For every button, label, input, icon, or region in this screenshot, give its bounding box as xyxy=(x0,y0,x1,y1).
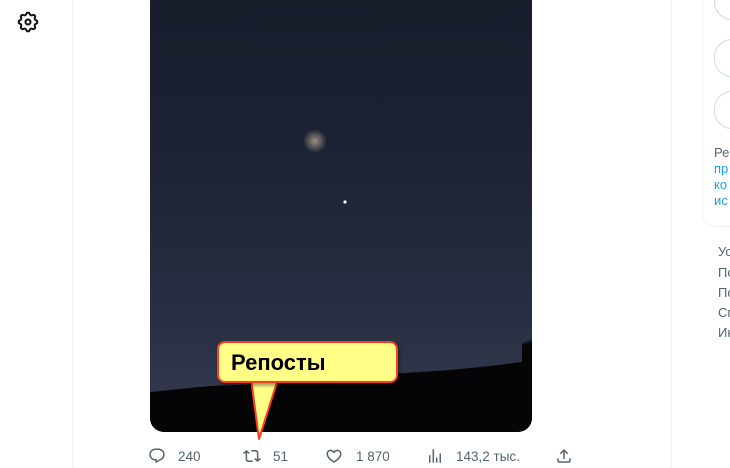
callout-label: Репосты xyxy=(231,350,326,375)
footer-link[interactable]: По xyxy=(718,285,730,300)
repost-icon xyxy=(243,449,261,463)
app-root: 240 51 1 870 143,2 тыс. Репосты Реп пр к… xyxy=(0,0,730,468)
annotation-callout: Репосты xyxy=(217,341,398,383)
footer-link[interactable]: Ус xyxy=(718,244,730,259)
callout-pointer xyxy=(250,377,280,440)
gear-icon xyxy=(17,11,39,33)
heart-icon xyxy=(326,449,342,463)
reply-count: 240 xyxy=(178,448,201,464)
share-button[interactable] xyxy=(555,446,573,466)
footer-link[interactable]: По xyxy=(718,265,730,280)
bar-chart-icon xyxy=(429,449,441,463)
sidebar-card-link[interactable]: пр xyxy=(714,161,728,177)
footer-link[interactable]: Сп xyxy=(718,305,730,320)
footer-link[interactable]: Ин xyxy=(718,325,730,340)
views-count: 143,2 тыс. xyxy=(456,448,520,464)
moon-glow xyxy=(303,129,327,153)
star xyxy=(343,200,347,204)
sidebar-card-text: Реп xyxy=(714,145,730,160)
repost-button[interactable]: 51 xyxy=(243,446,288,466)
reply-button[interactable]: 240 xyxy=(148,446,201,466)
repost-count: 51 xyxy=(273,448,289,464)
like-button[interactable]: 1 870 xyxy=(325,446,390,466)
settings-button[interactable] xyxy=(16,10,40,34)
reply-icon xyxy=(149,448,165,464)
like-count: 1 870 xyxy=(356,448,390,464)
share-icon xyxy=(557,448,571,463)
views-button[interactable]: 143,2 тыс. xyxy=(426,446,520,466)
sidebar-card-link[interactable]: ис xyxy=(714,193,728,209)
sidebar-card-link[interactable]: ко xyxy=(714,177,727,193)
